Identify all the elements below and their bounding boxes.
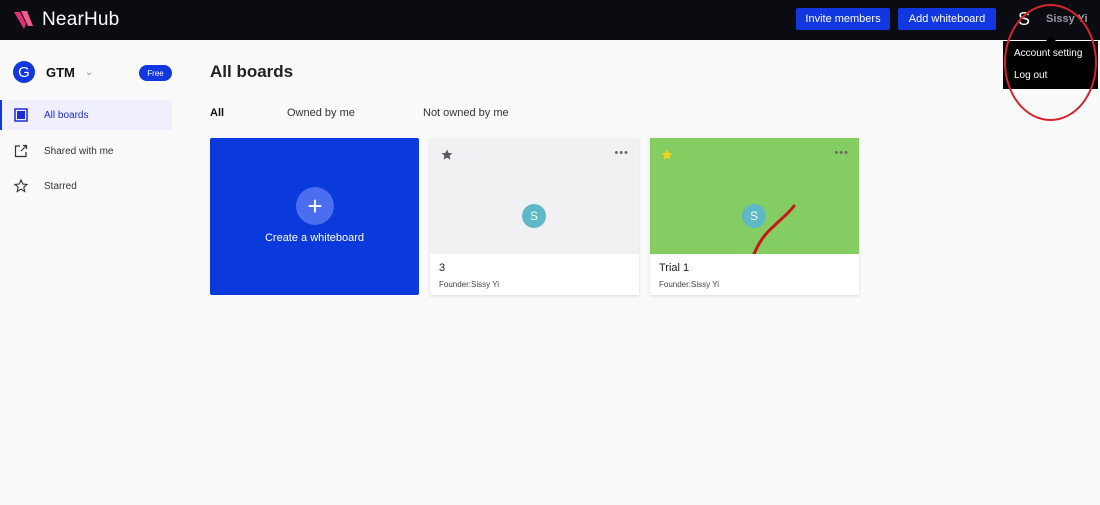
board-icon [14,108,28,122]
more-options-icon[interactable]: ••• [614,147,629,159]
plus-icon: + [296,187,334,225]
menu-item-account-setting[interactable]: Account setting [1014,48,1082,59]
board-title: 3 [439,262,446,274]
tab-not-owned-by-me[interactable]: Not owned by me [423,107,509,119]
tab-owned-by-me[interactable]: Owned by me [287,107,355,119]
invite-members-button[interactable]: Invite members [796,8,890,30]
board-founder: Founder:Sissy Yi [659,280,720,289]
avatar: S [522,204,546,228]
workspace-avatar: G [13,61,35,83]
chevron-down-icon: ⌄ [84,66,94,78]
workspace-selector[interactable]: G GTM ⌄ [13,61,93,83]
menu-item-log-out[interactable]: Log out [1014,70,1047,81]
create-whiteboard-card[interactable]: + Create a whiteboard [210,138,419,295]
add-whiteboard-button[interactable]: Add whiteboard [898,8,996,30]
create-whiteboard-label: Create a whiteboard [264,232,365,244]
plan-badge: Free [139,65,172,81]
board-founder: Founder:Sissy Yi [439,280,500,289]
sidebar-item-shared-with-me[interactable]: Shared with me [0,136,172,166]
drawing-stroke [752,204,796,254]
board-title: Trial 1 [659,262,690,274]
app-logo[interactable]: NearHub [12,8,119,32]
sidebar-item-all-boards[interactable]: All boards [0,100,172,130]
more-options-icon[interactable]: ••• [834,147,849,159]
board-card[interactable]: ••• S 3 Founder:Sissy Yi [430,138,639,295]
app-name: NearHub [42,9,120,30]
share-icon [14,144,28,158]
star-icon[interactable] [441,149,453,161]
star-icon [14,179,28,193]
sidebar-item-starred[interactable]: Starred [0,171,172,201]
user-avatar[interactable]: S [1018,9,1030,30]
page-title: All boards [210,62,294,81]
star-icon[interactable] [661,149,673,161]
board-card[interactable]: ••• S Trial 1 Founder:Sissy Yi [650,138,859,295]
sidebar-item-label: All boards [44,109,89,121]
sidebar-item-label: Shared with me [44,145,114,157]
user-name[interactable]: Sissy Yi [1046,13,1088,25]
avatar: S [742,204,766,228]
top-bar: NearHub Invite members Add whiteboard S … [0,0,1100,40]
board-thumbnail [430,138,639,254]
sidebar-item-label: Starred [44,180,77,192]
user-menu: Account setting Log out [1003,36,1098,89]
nearhub-logo-icon [14,11,33,29]
tab-all[interactable]: All [210,107,224,119]
workspace-name: GTM [46,64,75,80]
